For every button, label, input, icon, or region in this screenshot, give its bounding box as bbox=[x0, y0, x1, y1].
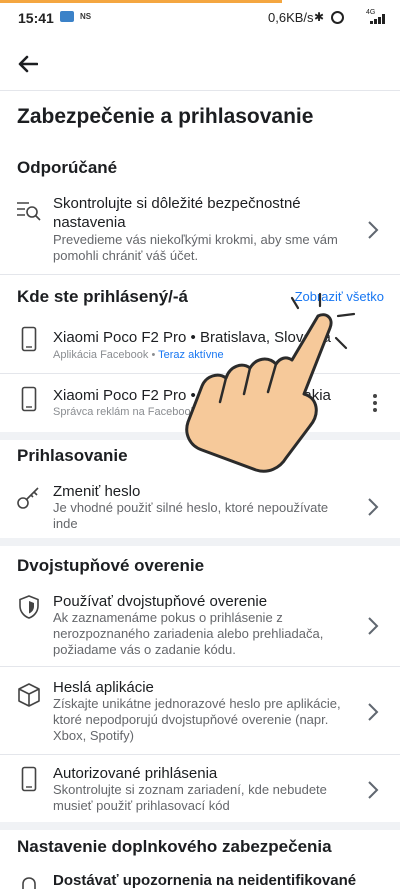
use-two-factor-row[interactable]: Používať dvojstupňové overenie Ak zaznam… bbox=[0, 588, 400, 664]
key-icon bbox=[16, 484, 42, 510]
use-two-factor-title: Používať dvojstupňové overenie bbox=[53, 593, 268, 610]
phone-icon bbox=[16, 326, 42, 352]
chevron-right-icon bbox=[368, 498, 379, 516]
divider bbox=[0, 754, 400, 755]
authorized-logins-row[interactable]: Autorizované prihlásenia Skontrolujte si… bbox=[0, 760, 400, 820]
change-password-desc: Je vhodné použiť silné heslo, ktoré nepo… bbox=[53, 500, 329, 531]
divider bbox=[0, 666, 400, 667]
more-vertical-icon[interactable] bbox=[372, 393, 378, 413]
security-checkup-desc: Prevedieme vás niekoľkými krokmi, aby sm… bbox=[53, 232, 338, 263]
section-two-factor-title: Dvojstupňové overenie bbox=[17, 556, 205, 575]
authorized-logins-title: Autorizované prihlásenia bbox=[53, 765, 218, 782]
security-checkup-title: Skontrolujte si dôležité bezpečnostné na… bbox=[53, 195, 301, 231]
phone-icon bbox=[16, 766, 42, 792]
app-passwords-title: Heslá aplikácie bbox=[53, 679, 154, 696]
loading-line bbox=[0, 0, 282, 3]
tapping-hand-icon bbox=[185, 292, 356, 473]
app-passwords-row[interactable]: Heslá aplikácie Získajte unikátne jednor… bbox=[0, 674, 400, 750]
bell-icon bbox=[16, 872, 42, 889]
section-separator bbox=[0, 538, 400, 546]
session-app: Aplikácia Facebook • bbox=[53, 349, 159, 361]
status-time: 15:41 bbox=[18, 10, 54, 26]
section-recommended-title: Odporúčané bbox=[17, 158, 118, 177]
header-divider bbox=[0, 90, 400, 91]
bluetooth-icon: ✱ bbox=[314, 10, 325, 24]
change-password-title: Zmeniť heslo bbox=[53, 483, 141, 500]
carrier-badge: NS bbox=[80, 12, 92, 21]
chevron-right-icon bbox=[368, 781, 379, 799]
page-title: Zabezpečenie a prihlasovanie bbox=[17, 105, 314, 128]
security-checkup-row[interactable]: Skontrolujte si dôležité bezpečnostné na… bbox=[0, 190, 400, 272]
shield-icon bbox=[16, 594, 42, 620]
section-extra-security-title: Nastavenie doplnkového zabezpečenia bbox=[17, 837, 332, 856]
cube-icon bbox=[16, 682, 42, 708]
chevron-right-icon bbox=[368, 617, 379, 635]
status-bar: 15:41 NS 0,6KB/s ✱ 4G bbox=[0, 0, 400, 36]
network-speed: 0,6KB/s bbox=[268, 10, 314, 25]
chevron-right-icon bbox=[368, 703, 379, 721]
signal-icon bbox=[370, 14, 386, 24]
phone-icon bbox=[16, 386, 42, 412]
back-button[interactable] bbox=[14, 50, 42, 78]
section-login-title: Prihlasovanie bbox=[17, 446, 128, 465]
unrecognized-login-alerts-row[interactable]: Dostávať upozornenia na neidentifikované bbox=[0, 868, 400, 889]
app-bar bbox=[0, 36, 400, 92]
data-saver-icon bbox=[331, 11, 344, 24]
search-list-icon bbox=[16, 198, 42, 224]
chevron-right-icon bbox=[368, 221, 379, 239]
authorized-logins-desc: Skontrolujte si zoznam zariadení, kde ne… bbox=[53, 782, 327, 813]
divider bbox=[0, 274, 400, 275]
notification-icon bbox=[60, 11, 74, 22]
use-two-factor-desc: Ak zaznamenáme pokus o prihlásenie z ner… bbox=[53, 610, 324, 657]
change-password-row[interactable]: Zmeniť heslo Je vhodné použiť silné hesl… bbox=[0, 474, 400, 536]
unrecognized-login-alerts-title: Dostávať upozornenia na neidentifikované bbox=[53, 872, 357, 889]
section-separator bbox=[0, 822, 400, 830]
arrow-left-icon bbox=[18, 55, 38, 73]
section-where-logged-in-title: Kde ste prihlásený/-á bbox=[17, 287, 189, 306]
app-passwords-desc: Získajte unikátne jednorazové heslo pre … bbox=[53, 696, 341, 743]
